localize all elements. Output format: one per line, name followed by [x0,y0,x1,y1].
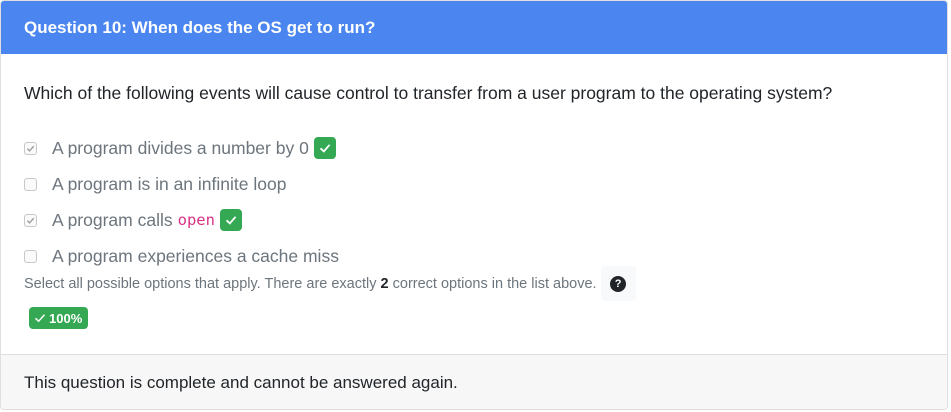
hint-count: 2 [380,275,389,292]
options-list: A program divides a number by 0 A progra… [24,130,339,274]
option-code: open [177,211,215,229]
option-checkbox[interactable] [24,213,37,227]
question-footer: This question is complete and cannot be … [1,354,947,409]
question-body: Which of the following events will cause… [1,54,947,354]
checkmark-icon [26,145,35,152]
option-label: A program is in an infinite loop [52,173,287,194]
help-button[interactable]: ? [600,266,636,301]
option-calls-open[interactable]: A program calls open [24,202,339,238]
option-infinite-loop[interactable]: A program is in an infinite loop [24,166,339,202]
option-divide-by-zero[interactable]: A program divides a number by 0 [24,130,339,166]
checkmark-icon [26,217,35,224]
hint-suffix: correct options in the list above. [392,275,597,292]
option-label: A program divides a number by 0 [52,137,309,158]
option-checkbox[interactable] [24,177,37,191]
hint-prefix: Select all possible options that apply. … [24,275,377,292]
correct-check-icon [219,209,242,231]
option-checkbox[interactable] [24,249,37,263]
option-label: A program calls [52,209,173,230]
completion-message: This question is complete and cannot be … [24,373,458,392]
score-value: 100% [49,310,83,326]
question-card: Question 10: When does the OS get to run… [0,0,948,410]
question-prompt: Which of the following events will cause… [24,83,833,103]
question-title: Question 10: When does the OS get to run… [24,17,376,37]
correct-check-icon [313,137,336,159]
help-icon: ? [610,275,627,292]
option-checkbox[interactable] [24,141,37,155]
question-header: Question 10: When does the OS get to run… [1,1,947,54]
instructions-text: Select all possible options that apply. … [24,266,636,301]
check-icon [34,314,46,323]
score-badge: 100% [29,307,89,329]
option-label: A program experiences a cache miss [52,245,339,266]
